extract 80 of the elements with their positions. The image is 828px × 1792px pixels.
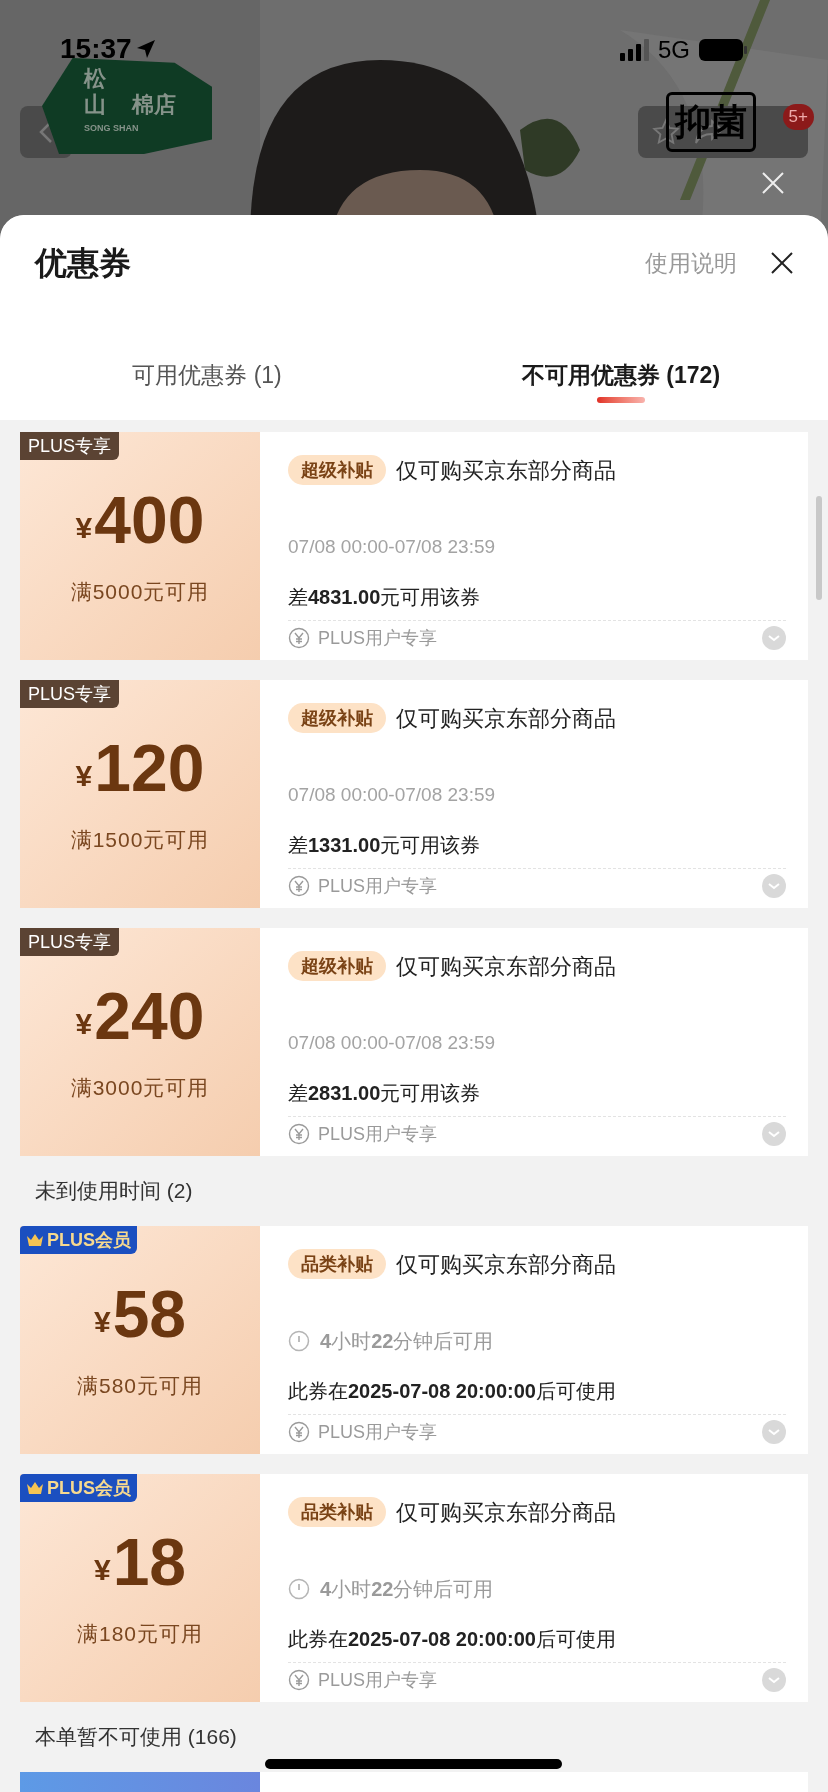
plus-badge: PLUS专享: [20, 928, 120, 956]
coupon-threshold: 满1500元可用: [70, 827, 210, 853]
chevron-down-icon[interactable]: [762, 1122, 786, 1146]
coupon-amount: 120: [94, 732, 205, 804]
coupon-condition: 差1331.00元可用该券: [288, 833, 482, 858]
coupon-condition: 此券在2025-07-08 20:00:00后可使用: [288, 1379, 617, 1404]
plus-badge: PLUS专享: [20, 432, 120, 460]
yen-coin-icon: [288, 627, 310, 649]
plus-badge: PLUS专享: [20, 680, 120, 708]
coupon-scope: 仅可购买京东部分商品: [396, 952, 616, 981]
sheet-title: 优惠券: [35, 244, 131, 283]
coupon-footer: PLUS用户专享: [318, 1418, 438, 1446]
coupon-footer: PLUS用户专享: [318, 1120, 438, 1148]
currency-symbol: ¥: [75, 510, 93, 546]
clock-icon: [288, 1330, 310, 1352]
close-icon[interactable]: [771, 252, 793, 274]
coupon-tab[interactable]: 不可用优惠券 (172): [414, 353, 828, 420]
battery-icon: [698, 38, 748, 62]
logo-text: 山: [84, 92, 106, 118]
coupon-scope: 仅可购买京东部分商品: [396, 1498, 616, 1527]
coupon-tag: 超级补贴: [288, 951, 386, 981]
coupon-validity: 07/08 00:00-07/08 23:59: [288, 782, 497, 807]
section-heading: 未到使用时间 (2): [35, 1178, 193, 1205]
signal-icon: [620, 39, 650, 61]
coupon-validity: 07/08 00:00-07/08 23:59: [288, 1030, 497, 1055]
coupon-threshold: 满3000元可用: [70, 1075, 210, 1101]
status-time: 15:37: [60, 32, 132, 66]
coupon-tag: 超级补贴: [288, 703, 386, 733]
yen-coin-icon: [288, 1123, 310, 1145]
plus-member-badge: PLUS会员: [20, 1226, 137, 1254]
network-label: 5G: [658, 35, 690, 65]
currency-symbol: ¥: [93, 1552, 111, 1588]
coupon-scope: 仅可购买京东部分商品: [396, 456, 616, 485]
coupon-threshold: 满580元可用: [76, 1373, 203, 1399]
coupon-condition: 差2831.00元可用该券: [288, 1081, 482, 1106]
clock-icon: [288, 1578, 310, 1600]
chevron-down-icon[interactable]: [762, 626, 786, 650]
logo-text: 棉店: [132, 92, 176, 118]
coupon-validity: 07/08 00:00-07/08 23:59: [288, 534, 497, 559]
coupon-threshold: 满180元可用: [76, 1621, 203, 1647]
coupon-amount: 58: [112, 1278, 187, 1350]
plus-member-badge: PLUS会员: [20, 1474, 137, 1502]
coupon-card[interactable]: PLUS专享 ¥120 满1500元可用 超级补贴 仅可购买京东部分商品 07/08 00:00-07/08 23:59 差1331.00元可用该券 PLUS用户专享: [20, 680, 808, 908]
coupon-countdown: 4小时22分钟后可用: [320, 1577, 494, 1602]
coupon-tag: 品类补贴: [288, 1249, 386, 1279]
coupon-card[interactable]: PLUS会员 ¥18 满180元可用 品类补贴 仅可购买京东部分商品 4小时22分钟后可用 此券在2025-07-08 20:00:00后可使用 PLUS用户专享: [20, 1474, 808, 1702]
logo-text: SONG SHAN: [84, 122, 140, 135]
coupon-amount: 240: [94, 980, 205, 1052]
currency-symbol: ¥: [75, 1006, 93, 1042]
location-arrow-icon: [135, 39, 156, 59]
coupon-tab[interactable]: 可用优惠券 (1): [0, 353, 414, 420]
coupon-amount: 18: [112, 1526, 187, 1598]
crown-icon: [26, 1481, 44, 1495]
coupon-footer: PLUS用户专享: [318, 872, 438, 900]
coupon-footer: PLUS用户专享: [318, 1666, 438, 1694]
coupon-scope: 仅可购买京东部分商品: [396, 704, 616, 733]
coupon-scope: 仅可购买京东部分商品: [396, 1250, 616, 1279]
yen-coin-icon: [288, 1669, 310, 1691]
currency-symbol: ¥: [93, 1304, 111, 1340]
promo-label: 抑菌: [666, 92, 756, 152]
coupon-footer: PLUS用户专享: [318, 624, 438, 652]
coupon-condition: 此券在2025-07-08 20:00:00后可使用: [288, 1627, 617, 1652]
yen-coin-icon: [288, 1421, 310, 1443]
logo-text: 松: [84, 66, 107, 92]
coupon-countdown: 4小时22分钟后可用: [320, 1329, 494, 1354]
currency-symbol: ¥: [75, 758, 93, 794]
coupon-card[interactable]: PLUS专享 ¥400 满5000元可用 超级补贴 仅可购买京东部分商品 07/08 00:00-07/08 23:59 差4831.00元可用该券 PLUS用户专享: [20, 432, 808, 660]
coupon-tag: 品类补贴: [288, 1497, 386, 1527]
section-heading: 本单暂不可使用 (166): [35, 1724, 237, 1751]
chevron-down-icon[interactable]: [762, 1420, 786, 1444]
coupon-amount: 400: [94, 484, 205, 556]
coupon-tag: 超级补贴: [288, 455, 386, 485]
coupon-card[interactable]: PLUS专享 ¥240 满3000元可用 超级补贴 仅可购买京东部分商品 07/08 00:00-07/08 23:59 差2831.00元可用该券 PLUS用户专享: [20, 928, 808, 1156]
crown-icon: [26, 1233, 44, 1247]
coupon-threshold: 满5000元可用: [70, 579, 210, 605]
yen-coin-icon: [288, 875, 310, 897]
chevron-down-icon[interactable]: [762, 1668, 786, 1692]
coupon-condition: 差4831.00元可用该券: [288, 585, 482, 610]
chevron-down-icon[interactable]: [762, 874, 786, 898]
coupon-card[interactable]: PLUS会员 ¥58 满580元可用 品类补贴 仅可购买京东部分商品 4小时22分钟后可用 此券在2025-07-08 20:00:00后可使用 PLUS用户专享: [20, 1226, 808, 1454]
